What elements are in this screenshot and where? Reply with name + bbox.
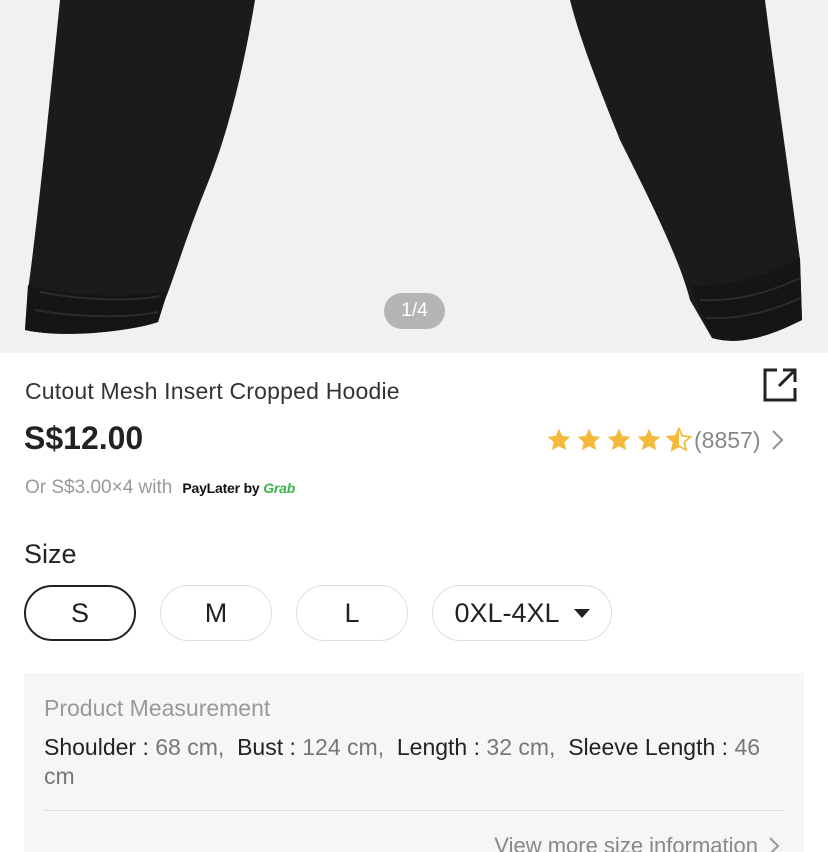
- product-title: Cutout Mesh Insert Cropped Hoodie: [25, 378, 400, 404]
- grab-logo: Grab: [263, 480, 296, 496]
- rating-summary[interactable]: (8857): [546, 424, 786, 456]
- caret-down-icon: [573, 608, 590, 618]
- size-option-label: L: [344, 597, 360, 628]
- product-price: S$12.00: [24, 420, 144, 456]
- star-icon: [547, 428, 571, 451]
- product-measurement-panel: Product Measurement Shoulder : 68 cm, Bu…: [24, 673, 804, 852]
- size-option-l[interactable]: L: [296, 585, 408, 641]
- view-more-size-link[interactable]: View more size information: [494, 833, 780, 852]
- size-option-label: S: [70, 597, 89, 628]
- measurement-key: Length :: [396, 734, 487, 760]
- size-plus-dropdown[interactable]: 0XL-4XL: [432, 585, 612, 641]
- size-label: Size: [24, 539, 77, 569]
- product-image[interactable]: 1/4: [0, 0, 828, 353]
- star-icon: [637, 428, 661, 451]
- star-icon: [607, 428, 631, 451]
- chevron-right-icon: [769, 837, 780, 852]
- chevron-right-icon: [772, 430, 785, 450]
- review-count: (8857): [694, 426, 761, 453]
- measurement-value: 32 cm,: [486, 734, 556, 760]
- paylater-brand: PayLater by: [182, 480, 260, 496]
- measurement-value: 124 cm,: [302, 734, 385, 760]
- size-option-label: 0XL-4XL: [454, 597, 560, 628]
- star-icon: [577, 428, 601, 451]
- share-icon: [763, 368, 797, 402]
- view-more-size-label: View more size information: [494, 833, 758, 852]
- share-button[interactable]: [761, 366, 799, 404]
- size-option-s[interactable]: S: [24, 585, 136, 641]
- size-option-m[interactable]: M: [160, 585, 272, 641]
- installment-info: Or S$3.00×4 with PayLater by Grab: [25, 477, 295, 499]
- measurement-title: Product Measurement: [44, 695, 271, 721]
- image-pager: 1/4: [384, 293, 445, 329]
- measurement-value: 68 cm,: [155, 734, 225, 760]
- measurement-values: Shoulder : 68 cm, Bust : 124 cm, Length …: [44, 733, 764, 791]
- paylater-logo: PayLater by Grab: [182, 480, 295, 496]
- installment-text: Or S$3.00×4 with: [25, 477, 173, 498]
- measurement-key: Sleeve Length :: [568, 734, 735, 760]
- measurement-key: Shoulder :: [44, 734, 156, 760]
- divider: [44, 810, 784, 811]
- rating-stars: [546, 427, 696, 453]
- half-star-icon: [666, 427, 692, 452]
- measurement-key: Bust :: [237, 734, 303, 760]
- size-option-label: M: [204, 597, 228, 628]
